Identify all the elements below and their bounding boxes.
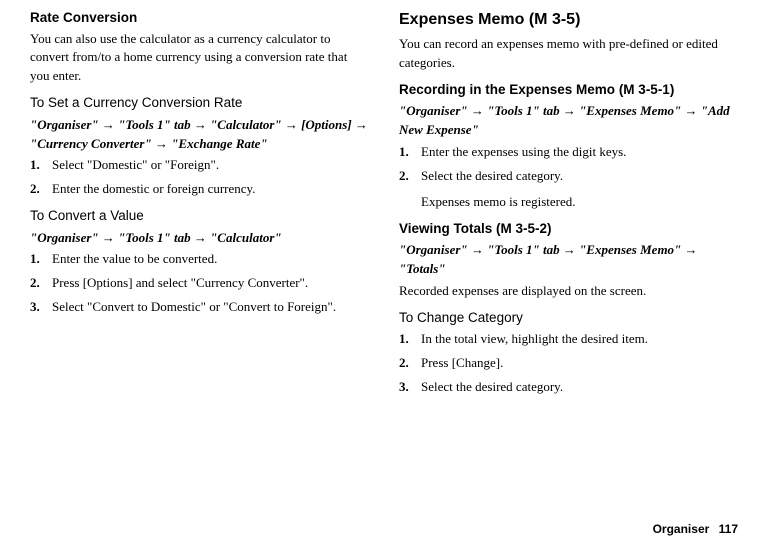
- step-text: Enter the domestic or foreign currency.: [52, 180, 369, 199]
- change-category-steps: 1.In the total view, highlight the desir…: [399, 330, 738, 397]
- recording-heading: Recording in the Expenses Memo (M 3-5-1): [399, 80, 738, 100]
- step-item: 1.In the total view, highlight the desir…: [399, 330, 738, 349]
- step-text: Press [Change].: [421, 354, 738, 373]
- expenses-memo-title: Expenses Memo: [399, 11, 524, 28]
- step-number: 3.: [30, 298, 52, 317]
- step-text: Select "Domestic" or "Foreign".: [52, 156, 369, 175]
- step-item: 2.Press [Options] and select "Currency C…: [30, 274, 369, 293]
- recording-nav: "Organiser" → "Tools 1" tab → "Expenses …: [399, 102, 738, 140]
- step-number: 1.: [399, 330, 421, 349]
- convert-value-steps: 1.Enter the value to be converted.2.Pres…: [30, 250, 369, 317]
- step-text: Press [Options] and select "Currency Con…: [52, 274, 369, 293]
- change-category-heading: To Change Category: [399, 308, 738, 328]
- right-column: Expenses Memo (M 3-5) You can record an …: [399, 8, 738, 404]
- step-text: Select the desired category.: [421, 378, 738, 397]
- footer-page-number: 117: [719, 522, 738, 536]
- step-item: 2.Press [Change].: [399, 354, 738, 373]
- step-number: 2.: [399, 354, 421, 373]
- step-number: 1.: [399, 143, 421, 162]
- step-item: 2.Select the desired category.: [399, 167, 738, 186]
- convert-value-nav: "Organiser" → "Tools 1" tab → "Calculato…: [30, 229, 369, 248]
- rate-conversion-intro: You can also use the calculator as a cur…: [30, 30, 369, 87]
- step-text: Enter the value to be converted.: [52, 250, 369, 269]
- viewing-totals-text: Viewing Totals: [399, 221, 492, 236]
- convert-value-heading: To Convert a Value: [30, 206, 369, 226]
- set-rate-nav: "Organiser" → "Tools 1" tab → "Calculato…: [30, 116, 369, 154]
- step-number: 1.: [30, 156, 52, 175]
- footer-label: Organiser: [653, 522, 710, 536]
- viewing-totals-text-body: Recorded expenses are displayed on the s…: [399, 282, 738, 301]
- expenses-memo-heading: Expenses Memo (M 3-5): [399, 8, 738, 31]
- expenses-memo-ref: (M 3-5): [529, 11, 581, 28]
- step-item: 2.Enter the domestic or foreign currency…: [30, 180, 369, 199]
- step-text: Select the desired category.: [421, 167, 738, 186]
- step-number: 2.: [30, 274, 52, 293]
- rate-conversion-heading: Rate Conversion: [30, 8, 369, 28]
- step-number: 1.: [30, 250, 52, 269]
- step-number: 2.: [399, 167, 421, 186]
- recording-steps: 1.Enter the expenses using the digit key…: [399, 143, 738, 186]
- step-text: In the total view, highlight the desired…: [421, 330, 738, 349]
- step-item: 1.Select "Domestic" or "Foreign".: [30, 156, 369, 175]
- recording-note: Expenses memo is registered.: [421, 193, 738, 212]
- expenses-memo-intro: You can record an expenses memo with pre…: [399, 35, 738, 73]
- step-item: 1.Enter the value to be converted.: [30, 250, 369, 269]
- set-rate-steps: 1.Select "Domestic" or "Foreign".2.Enter…: [30, 156, 369, 199]
- step-item: 3.Select "Convert to Domestic" or "Conve…: [30, 298, 369, 317]
- step-item: 3.Select the desired category.: [399, 378, 738, 397]
- step-number: 2.: [30, 180, 52, 199]
- step-item: 1.Enter the expenses using the digit key…: [399, 143, 738, 162]
- step-number: 3.: [399, 378, 421, 397]
- step-text: Enter the expenses using the digit keys.: [421, 143, 738, 162]
- page-footer: Organiser 117: [653, 521, 738, 538]
- recording-heading-text: Recording in the Expenses Memo: [399, 82, 615, 97]
- left-column: Rate Conversion You can also use the cal…: [30, 8, 369, 404]
- viewing-totals-nav: "Organiser" → "Tools 1" tab → "Expenses …: [399, 241, 738, 279]
- step-text: Select "Convert to Domestic" or "Convert…: [52, 298, 369, 317]
- two-column-layout: Rate Conversion You can also use the cal…: [30, 8, 738, 404]
- recording-heading-ref: (M 3-5-1): [619, 82, 675, 97]
- viewing-totals-ref: (M 3-5-2): [496, 221, 552, 236]
- set-rate-heading: To Set a Currency Conversion Rate: [30, 93, 369, 113]
- viewing-totals-heading: Viewing Totals (M 3-5-2): [399, 219, 738, 239]
